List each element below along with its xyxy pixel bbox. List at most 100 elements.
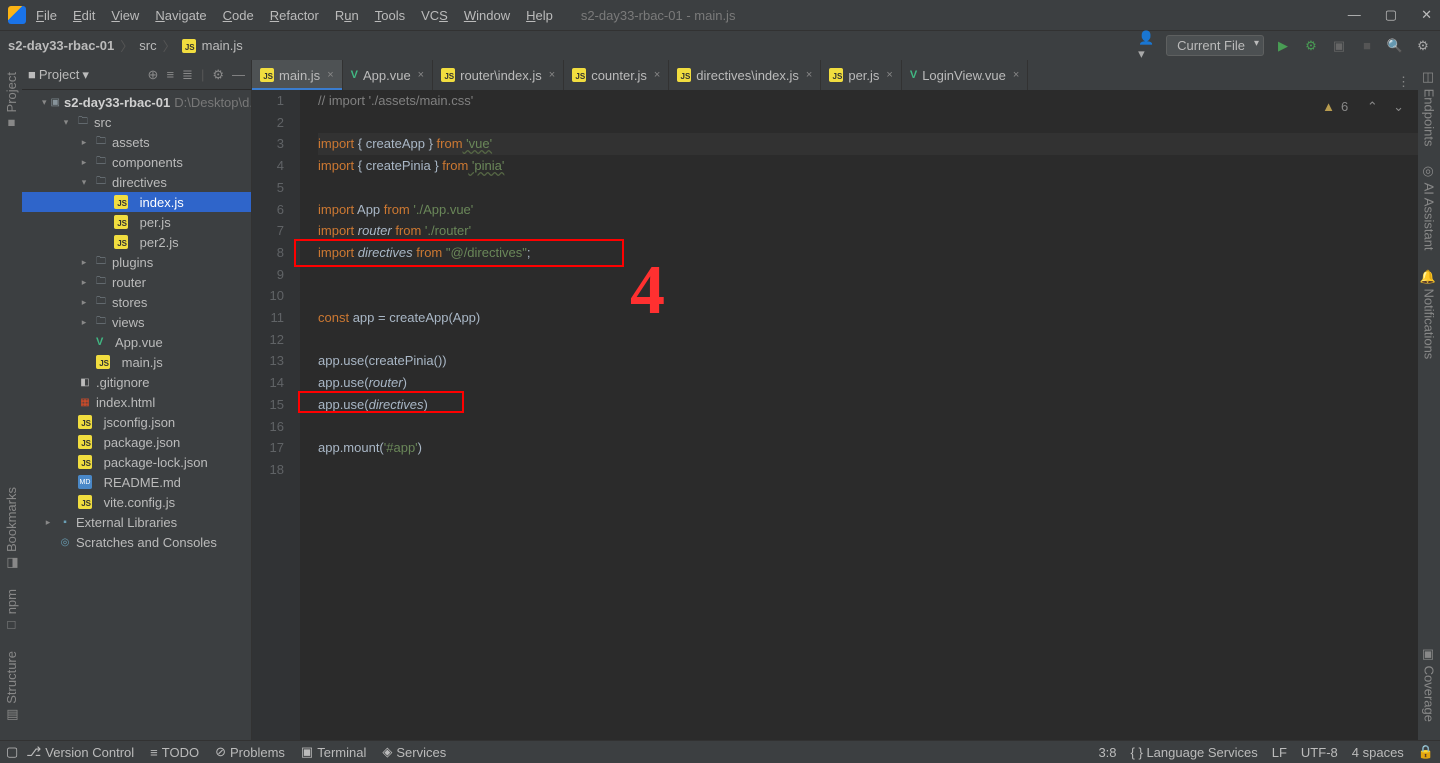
tool-bookmarks[interactable]: ◧ Bookmarks (2, 481, 21, 577)
tool-coverage[interactable]: ▣ Coverage (1420, 641, 1439, 728)
tree-package-lock[interactable]: JS package-lock.json (22, 452, 251, 472)
project-panel-header: ■ Project ▾ ⊕ ≡ ≣ | ⚙ — (22, 60, 251, 90)
tool-project[interactable]: ■ Project (2, 66, 21, 137)
menu-code[interactable]: Code (223, 8, 254, 23)
tree-assets[interactable]: ▸🗀assets (22, 132, 251, 152)
tree-plugins[interactable]: ▸🗀plugins (22, 252, 251, 272)
project-panel-title: Project (39, 67, 79, 82)
tab-per[interactable]: JSper.js× (821, 60, 902, 90)
tab-close-icon[interactable]: × (327, 69, 333, 81)
menu-edit[interactable]: Edit (73, 8, 95, 23)
maximize-icon[interactable]: ▢ (1385, 7, 1397, 23)
breadcrumb-sep-icon: 〉 (163, 36, 176, 55)
bottab-problems[interactable]: ⊘ Problems (215, 744, 285, 760)
editor-area: JSmain.js× VApp.vue× JSrouter\index.js× … (252, 60, 1418, 740)
debug-icon[interactable]: ⚙ (1302, 37, 1320, 55)
status-encoding[interactable]: UTF-8 (1301, 745, 1338, 760)
breadcrumb-file[interactable]: main.js (202, 38, 243, 53)
breadcrumb-project[interactable]: s2-day33-rbac-01 (8, 38, 114, 53)
coverage-run-icon[interactable]: ▣ (1330, 37, 1348, 55)
close-icon[interactable]: ✕ (1421, 7, 1432, 23)
expand-all-icon[interactable]: ≡ (166, 67, 174, 82)
tree-main-js[interactable]: JS main.js (22, 352, 251, 372)
tree-app-vue[interactable]: V App.vue (22, 332, 251, 352)
hide-panel-icon[interactable]: — (232, 67, 245, 82)
tab-close-icon[interactable]: × (418, 69, 424, 81)
bottom-tool-tabs: ⎇ Version Control ≡ TODO ⊘ Problems ▣ Te… (26, 744, 446, 760)
bottab-todo[interactable]: ≡ TODO (150, 745, 199, 760)
menu-window[interactable]: Window (464, 8, 510, 23)
breadcrumb-folder[interactable]: src (139, 38, 156, 53)
tree-gitignore[interactable]: ◧.gitignore (22, 372, 251, 392)
tab-close-icon[interactable]: × (654, 69, 660, 81)
panel-settings-icon[interactable]: ⚙ (212, 67, 224, 83)
tool-notifications[interactable]: 🔔 Notifications (1420, 263, 1439, 365)
collapse-all-icon[interactable]: ≣ (182, 67, 193, 83)
menu-refactor[interactable]: Refactor (270, 8, 319, 23)
tree-views[interactable]: ▸🗀views (22, 312, 251, 332)
menu-file[interactable]: File (36, 8, 57, 23)
menu-navigate[interactable]: Navigate (155, 8, 206, 23)
bottab-services[interactable]: ◈ Services (382, 744, 446, 760)
menu-vcs[interactable]: VCS (421, 8, 448, 23)
tabs-more-icon[interactable]: ⋮ (1389, 74, 1418, 90)
tab-main-js[interactable]: JSmain.js× (252, 60, 343, 90)
search-everywhere-icon[interactable]: 🔍 (1386, 37, 1404, 55)
code-editor[interactable]: 123456789 101112131415161718 ▲6 ⌃ ⌄ // i… (252, 90, 1418, 740)
tab-directives-index[interactable]: JSdirectives\index.js× (669, 60, 821, 90)
stop-icon[interactable]: ■ (1358, 37, 1376, 55)
tree-jsconfig[interactable]: JS jsconfig.json (22, 412, 251, 432)
memory-lock-icon[interactable]: 🔒 (1418, 744, 1434, 760)
tree-vite-config[interactable]: JS vite.config.js (22, 492, 251, 512)
tab-counter[interactable]: JScounter.js× (564, 60, 669, 90)
tool-ai-assistant[interactable]: ◎ AI Assistant (1420, 158, 1439, 257)
tree-root[interactable]: ▾▣s2-day33-rbac-01 D:\Desktop\d... (22, 92, 251, 112)
tree-per-js[interactable]: JS per.js (22, 212, 251, 232)
status-indent[interactable]: 4 spaces (1352, 745, 1404, 760)
status-lang-services[interactable]: { } Language Services (1131, 745, 1258, 760)
tab-close-icon[interactable]: × (1013, 69, 1019, 81)
tree-stores[interactable]: ▸🗀stores (22, 292, 251, 312)
user-icon[interactable]: 👤▾ (1138, 37, 1156, 55)
tool-npm[interactable]: □ npm (2, 583, 21, 639)
tree-scratches[interactable]: ◎Scratches and Consoles (22, 532, 251, 552)
menu-view[interactable]: View (111, 8, 139, 23)
tree-src[interactable]: ▾🗀src (22, 112, 251, 132)
tool-structure[interactable]: ▤ Structure (2, 645, 21, 728)
code-content[interactable]: ▲6 ⌃ ⌄ // import './assets/main.css' imp… (300, 90, 1418, 740)
tool-endpoints[interactable]: ◫ Endpoints (1420, 64, 1439, 152)
tab-close-icon[interactable]: × (806, 69, 812, 81)
tree-readme[interactable]: MD README.md (22, 472, 251, 492)
minimize-icon[interactable]: — (1348, 7, 1361, 23)
select-opened-icon[interactable]: ⊕ (148, 67, 159, 83)
right-tool-strip: ◫ Endpoints ◎ AI Assistant 🔔 Notificatio… (1418, 60, 1440, 740)
run-icon[interactable]: ▶ (1274, 37, 1292, 55)
menu-tools[interactable]: Tools (375, 8, 405, 23)
tree-package[interactable]: JS package.json (22, 432, 251, 452)
tab-loginview[interactable]: VLoginView.vue× (902, 60, 1028, 90)
tree-router[interactable]: ▸🗀router (22, 272, 251, 292)
tree-directives[interactable]: ▾🗀directives (22, 172, 251, 192)
menu-help[interactable]: Help (526, 8, 553, 23)
breadcrumb-sep-icon: 〉 (120, 36, 133, 55)
tree-index-js[interactable]: JS index.js (22, 192, 251, 212)
tree-index-html[interactable]: ▦index.html (22, 392, 251, 412)
tab-close-icon[interactable]: × (886, 69, 892, 81)
tab-app-vue[interactable]: VApp.vue× (343, 60, 433, 90)
project-panel: ■ Project ▾ ⊕ ≡ ≣ | ⚙ — ▾▣s2-day33-rbac-… (22, 60, 252, 740)
tree-components[interactable]: ▸🗀components (22, 152, 251, 172)
gutter: 123456789 101112131415161718 (252, 90, 300, 740)
run-config-dropdown[interactable]: Current File (1166, 35, 1264, 56)
bottab-vcs[interactable]: ⎇ Version Control (26, 744, 134, 760)
bottab-terminal[interactable]: ▣ Terminal (301, 744, 366, 760)
status-cursor-pos[interactable]: 3:8 (1098, 745, 1116, 760)
settings-icon[interactable]: ⚙ (1414, 37, 1432, 55)
menu-run[interactable]: Run (335, 8, 359, 23)
tree-external-libs[interactable]: ▸▪External Libraries (22, 512, 251, 532)
tab-close-icon[interactable]: × (549, 69, 555, 81)
quick-access-icon[interactable]: ▢ (6, 744, 18, 760)
tree-per2-js[interactable]: JS per2.js (22, 232, 251, 252)
tab-router-index[interactable]: JSrouter\index.js× (433, 60, 564, 90)
window-title: s2-day33-rbac-01 - main.js (581, 8, 736, 23)
status-eol[interactable]: LF (1272, 745, 1287, 760)
